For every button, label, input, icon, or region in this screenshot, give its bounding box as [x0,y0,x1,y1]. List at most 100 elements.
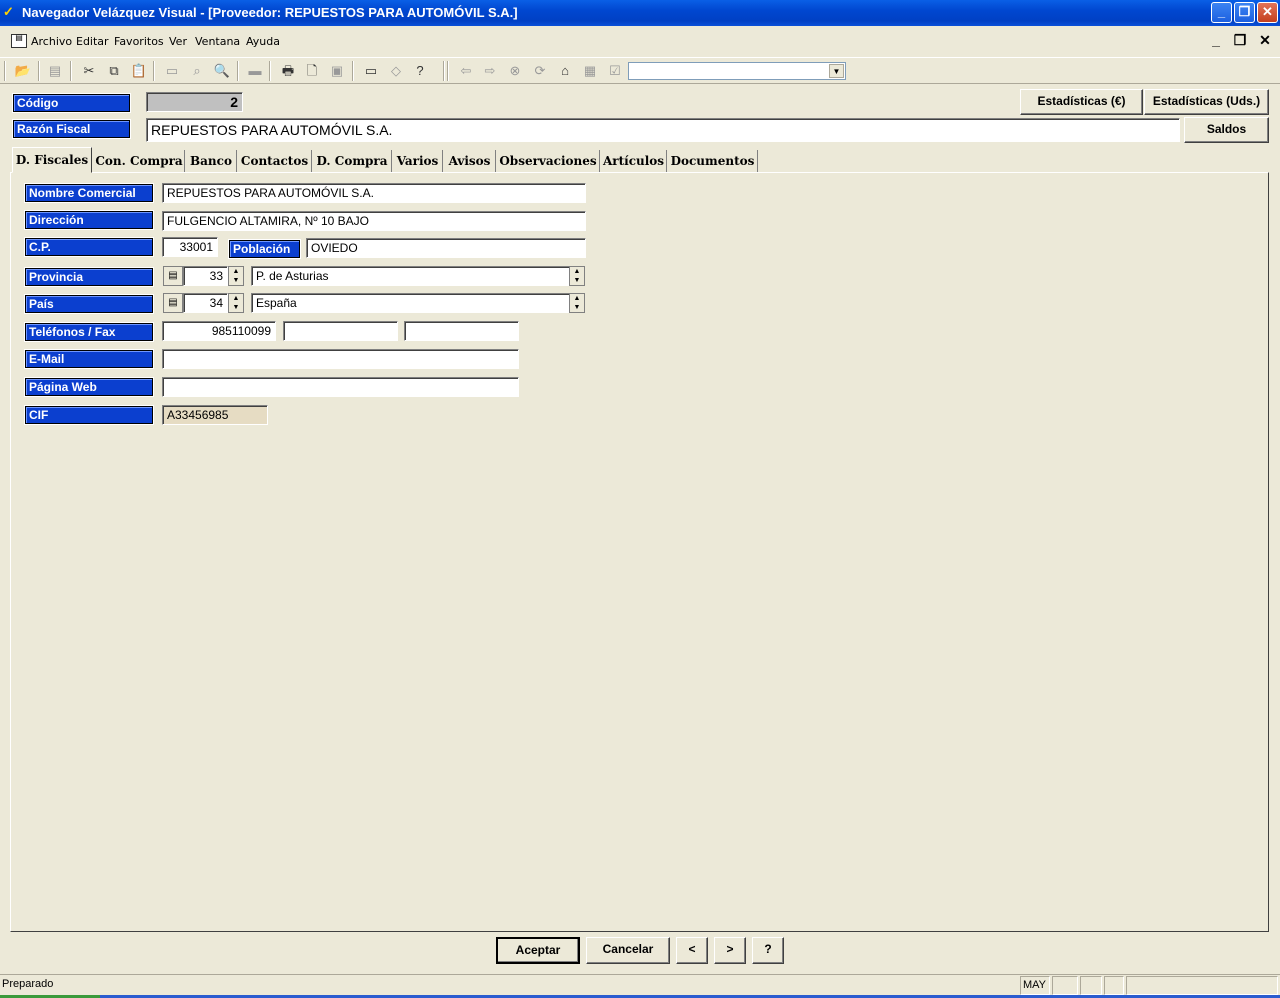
tab-banco[interactable]: Banco [186,150,237,172]
close-button[interactable]: ✕ [1257,2,1278,23]
status-text: Preparado [2,978,54,990]
direccion-field[interactable]: FULGENCIO ALTAMIRA, Nº 10 BAJO [162,211,586,231]
chevron-down-icon[interactable]: ▼ [829,64,844,78]
mdi-restore-button[interactable]: ❐ [1230,32,1250,50]
edit-record-icon[interactable]: ▤ [44,61,66,81]
menu-ver[interactable]: Ver [169,35,187,48]
menu-favoritos[interactable]: Favoritos [114,35,164,48]
nombre-comercial-field[interactable]: REPUESTOS PARA AUTOMÓVIL S.A. [162,183,586,203]
codigo-field[interactable]: 2 [146,92,243,112]
menu-bar: ▤ Archivo Editar Favoritos Ver Ventana A… [0,30,1280,54]
find-replace-icon[interactable]: ⌕ [186,61,208,81]
tab-varios[interactable]: Varios [393,150,443,172]
cp-field[interactable]: 33001 [162,237,218,257]
menu-archivo[interactable]: Archivo [31,35,72,48]
aceptar-button[interactable]: Aceptar [496,937,580,964]
cancelar-button[interactable]: Cancelar [586,937,670,964]
list-icon[interactable]: ▬ [244,61,266,81]
print-preview-icon[interactable]: 🗋 [301,61,323,81]
poblacion-label: Población [229,240,300,258]
home-icon[interactable]: ⌂ [554,61,576,81]
pais-name-spinner[interactable]: ▲ ▼ [569,293,585,313]
email-label: E-Mail [25,350,153,368]
forward-arrow-icon[interactable]: ⇨ [479,61,501,81]
back-arrow-icon[interactable]: ⇦ [455,61,477,81]
window-title: Navegador Velázquez Visual - [Proveedor:… [22,5,518,20]
tab-avisos[interactable]: Avisos [444,150,496,172]
address-combo[interactable]: ▼ [628,62,846,80]
pais-picker-icon[interactable]: ▤ [163,293,183,313]
tab-con-compra[interactable]: Con. Compra [94,150,185,172]
bookmark-icon[interactable]: ☑ [604,61,626,81]
status-pane [1052,976,1078,995]
pagina-web-label: Página Web [25,378,153,396]
provincia-label: Provincia [25,268,153,286]
app-icon: ✓ [3,4,14,19]
provincia-code-spinner[interactable]: ▲ ▼ [228,266,244,286]
search-icon[interactable]: 🔍 [211,61,233,81]
cif-field[interactable]: A33456985 [162,405,268,425]
status-pane [1104,976,1124,995]
pais-label: País [25,295,153,313]
codigo-label: Código [13,94,130,112]
menu-ayuda[interactable]: Ayuda [246,35,280,48]
email-field[interactable] [162,349,519,369]
tab-articulos[interactable]: Artículos [601,150,667,172]
nombre-comercial-label: Nombre Comercial [25,184,153,202]
cp-label: C.P. [25,238,153,256]
tab-d-compra[interactable]: D. Compra [313,150,392,172]
help-icon[interactable]: ? [409,61,431,81]
razon-fiscal-field[interactable]: REPUESTOS PARA AUTOMÓVIL S.A. [146,118,1180,142]
open-icon[interactable]: 📂 [12,61,34,81]
estadisticas-uds-button[interactable]: Estadísticas (Uds.) [1144,89,1269,115]
title-bar: ✓ Navegador Velázquez Visual - [Proveedo… [0,0,1280,26]
provincia-picker-icon[interactable]: ▤ [163,266,183,286]
menu-editar[interactable]: Editar [76,35,109,48]
estadisticas-eur-button[interactable]: Estadísticas (€) [1020,89,1143,115]
tab-documentos[interactable]: Documentos [668,150,758,172]
direccion-label: Dirección [25,211,153,229]
print-icon[interactable]: 🖶 [277,61,299,81]
telefonos-label: Teléfonos / Fax [25,323,153,341]
status-caps: MAY [1020,976,1050,995]
poblacion-field[interactable]: OVIEDO [306,238,586,258]
restore-button[interactable]: ❐ [1234,2,1255,23]
provincia-code-field[interactable]: 33 [183,266,228,286]
history-icon[interactable]: ▦ [579,61,601,81]
mdi-close-button[interactable]: ✕ [1255,32,1275,50]
help-button[interactable]: ? [752,937,784,964]
telefono2-field[interactable] [283,321,398,341]
pagina-web-field[interactable] [162,377,519,397]
status-pane [1126,976,1278,995]
tab-observaciones[interactable]: Observaciones [497,150,600,172]
pais-code-spinner[interactable]: ▲ ▼ [228,293,244,313]
copy-icon[interactable]: ⧉ [103,61,125,81]
tag-icon[interactable]: ◇ [385,61,407,81]
next-button[interactable]: > [714,937,746,964]
paste-icon[interactable]: 📋 [128,61,150,81]
razon-fiscal-label: Razón Fiscal [13,120,130,138]
tab-contactos[interactable]: Contactos [238,150,312,172]
fax-field[interactable] [404,321,519,341]
pais-name-field[interactable]: España [251,293,571,313]
cif-label: CIF [25,406,153,424]
menu-ventana[interactable]: Ventana [195,35,240,48]
provincia-name-spinner[interactable]: ▲ ▼ [569,266,585,286]
monitor-icon[interactable]: ▭ [360,61,382,81]
tab-panel [10,172,1269,932]
stop-icon[interactable]: ⊗ [504,61,526,81]
telefono1-field[interactable]: 985110099 [162,321,276,341]
save-icon[interactable]: ▣ [326,61,348,81]
cut-icon[interactable]: ✂ [78,61,100,81]
mdi-minimize-button[interactable]: _ [1206,32,1226,50]
refresh-icon[interactable]: ⟳ [529,61,551,81]
form-icon[interactable]: ▭ [161,61,183,81]
status-pane [1080,976,1102,995]
saldos-button[interactable]: Saldos [1184,117,1269,143]
document-icon: ▤ [11,34,27,48]
minimize-button[interactable]: _ [1211,2,1232,23]
provincia-name-field[interactable]: P. de Asturias [251,266,571,286]
pais-code-field[interactable]: 34 [183,293,228,313]
previous-button[interactable]: < [676,937,708,964]
tab-d-fiscales[interactable]: D. Fiscales [12,147,92,173]
